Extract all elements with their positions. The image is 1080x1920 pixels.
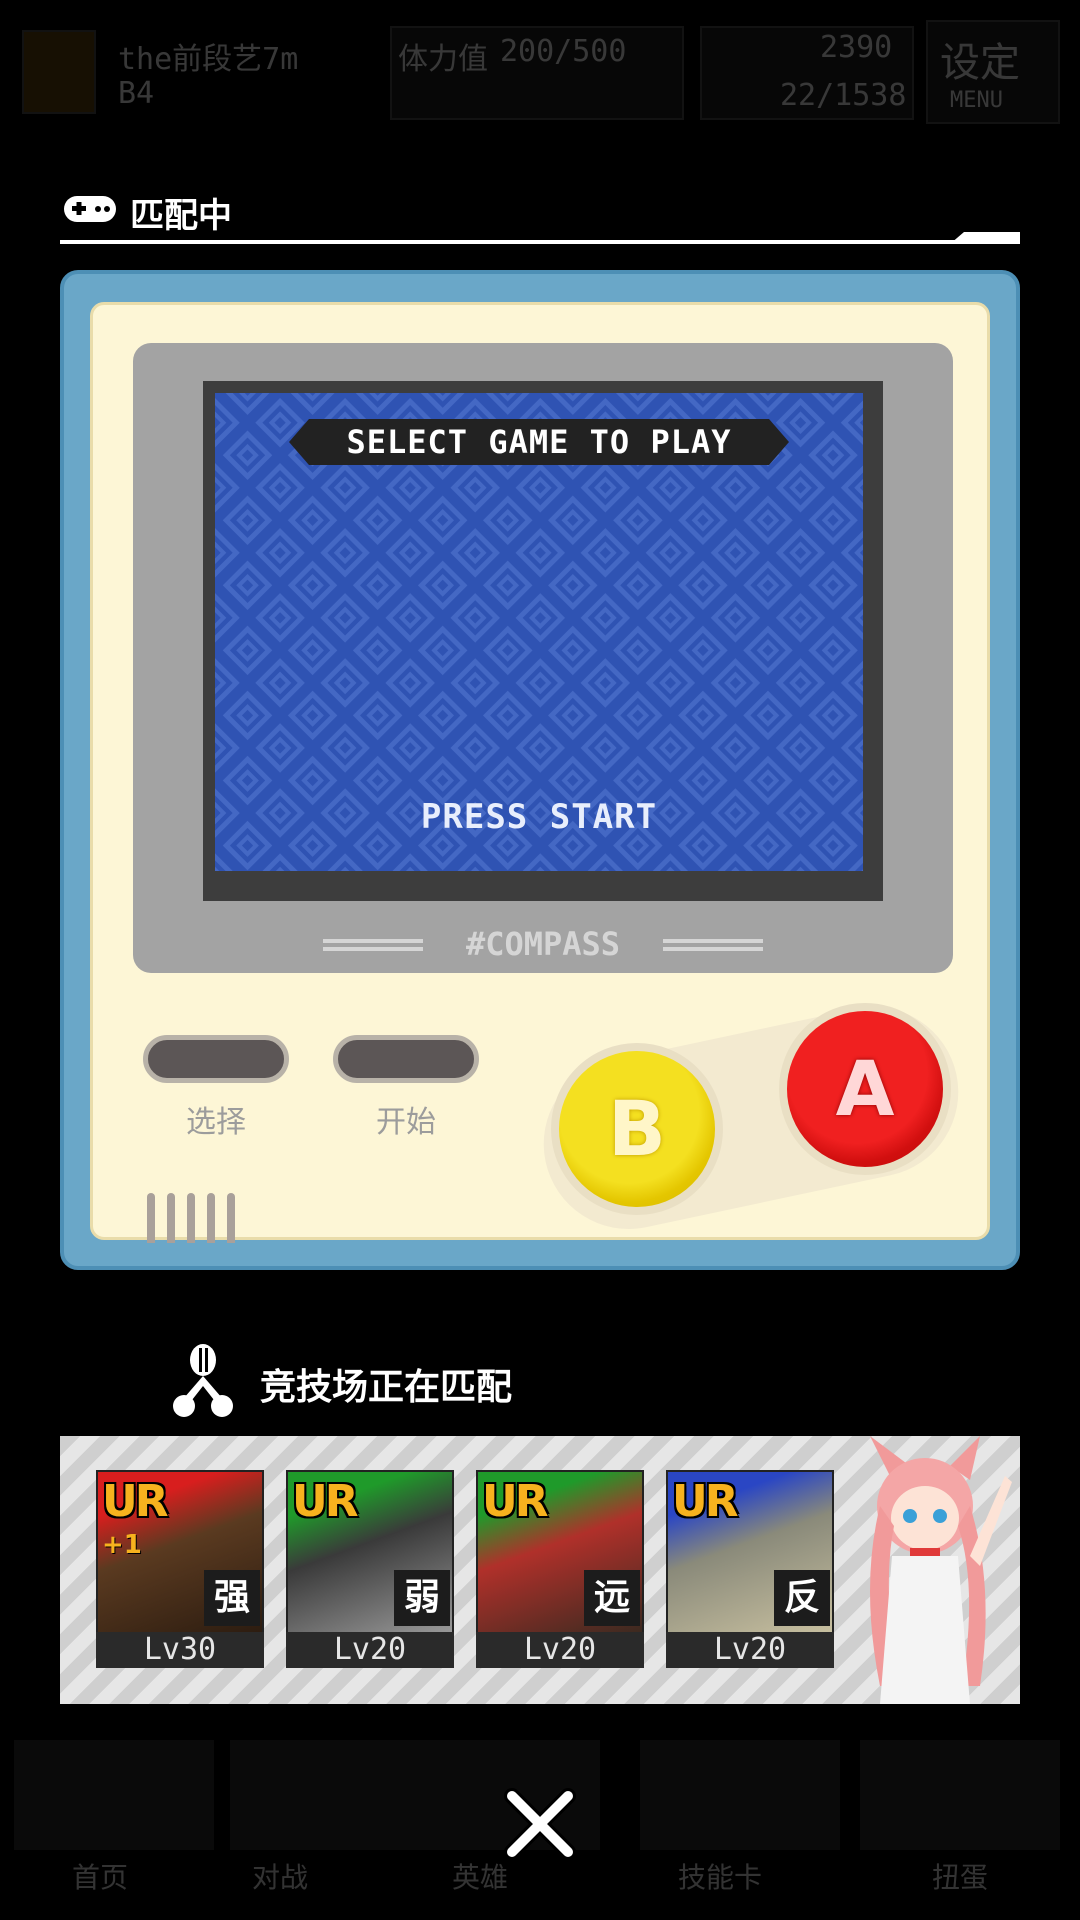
brand-label: #COMPASS	[465, 925, 621, 963]
b-button[interactable]: B	[551, 1043, 723, 1215]
card-trait: 强	[204, 1570, 260, 1626]
card-level: Lv20	[666, 1632, 834, 1668]
select-game-text: SELECT GAME TO PLAY	[346, 423, 732, 461]
nav-battle-label: 对战	[251, 1861, 308, 1894]
close-icon[interactable]	[500, 1784, 580, 1864]
nav-skillcard-tile[interactable]	[640, 1740, 840, 1850]
b-button-label: B	[608, 1084, 666, 1173]
hero-character-art	[870, 1436, 1012, 1704]
select-button[interactable]	[143, 1035, 289, 1083]
card-trait: 弱	[394, 1570, 450, 1626]
console-screen[interactable]: SELECT GAME TO PLAY PRESS START	[203, 381, 883, 901]
card-rarity: UR	[482, 1476, 549, 1527]
console-body: SELECT GAME TO PLAY PRESS START #COMPASS…	[90, 302, 990, 1245]
nav-gacha-tile[interactable]	[860, 1740, 1060, 1850]
screen-display: SELECT GAME TO PLAY PRESS START	[215, 393, 863, 871]
nav-skillcard-label: 技能卡	[677, 1861, 762, 1894]
hud-avatar	[22, 30, 96, 114]
hud-stamina-label: 体力值	[398, 42, 488, 77]
settings-label: 设定	[940, 40, 1020, 86]
card-rarity: UR	[672, 1476, 739, 1527]
select-button-label: 选择	[186, 1105, 246, 1140]
start-button[interactable]	[333, 1035, 479, 1083]
matching-header: 匹配中	[60, 180, 1020, 250]
skill-card[interactable]: UR 弱 Lv20	[286, 1470, 454, 1668]
hud-player-name: the前段艺7m	[118, 42, 299, 77]
skill-card[interactable]: UR 远 Lv20	[476, 1470, 644, 1668]
press-start-text: PRESS START	[420, 797, 658, 837]
a-button[interactable]: A	[779, 1003, 951, 1175]
skill-card[interactable]: UR +1 强 Lv30	[96, 1470, 264, 1668]
card-trait: 远	[584, 1570, 640, 1626]
matching-status-text: 竞技场正在匹配	[260, 1367, 513, 1408]
nav-gacha-label: 扭蛋	[931, 1861, 988, 1894]
handheld-console: SELECT GAME TO PLAY PRESS START #COMPASS…	[60, 270, 1020, 1270]
select-game-banner: SELECT GAME TO PLAY	[289, 419, 789, 465]
card-level: Lv20	[476, 1632, 644, 1668]
card-level: Lv30	[96, 1632, 264, 1668]
skill-card-deck: UR +1 强 Lv30 UR 弱 Lv20 UR 远 Lv20 UR 反 Lv…	[60, 1436, 1020, 1704]
matching-status: 竞技场正在匹配	[170, 1340, 870, 1420]
hud-stamina-value: 200/500	[500, 34, 627, 69]
brand-line-right	[663, 939, 763, 951]
nav-home-label: 首页	[71, 1861, 128, 1894]
screen-bezel: SELECT GAME TO PLAY PRESS START #COMPASS	[133, 343, 953, 973]
header-tab-accent	[950, 232, 1020, 244]
hero-silhouette-icon	[173, 1344, 233, 1417]
hud-gems: 22/1538	[780, 78, 907, 113]
page-title: 匹配中	[130, 196, 232, 236]
menu-label: MENU	[950, 88, 1003, 113]
a-button-label: A	[835, 1044, 895, 1133]
speaker-grill	[147, 1193, 247, 1243]
start-button-label: 开始	[376, 1105, 436, 1140]
card-trait: 反	[774, 1570, 830, 1626]
header-divider	[60, 240, 1020, 244]
card-level: Lv20	[286, 1632, 454, 1668]
gamepad-icon	[64, 196, 116, 222]
card-rarity: UR	[102, 1476, 169, 1527]
top-hud: the前段艺7m B4 体力值 200/500 2390 22/1538 设定 …	[0, 0, 1080, 130]
skill-card[interactable]: UR 反 Lv20	[666, 1470, 834, 1668]
nav-home-tile[interactable]	[14, 1740, 214, 1850]
card-plus: +1	[102, 1530, 142, 1560]
hud-rank: B4	[118, 76, 155, 111]
card-rarity: UR	[292, 1476, 359, 1527]
hud-coins: 2390	[820, 30, 893, 65]
